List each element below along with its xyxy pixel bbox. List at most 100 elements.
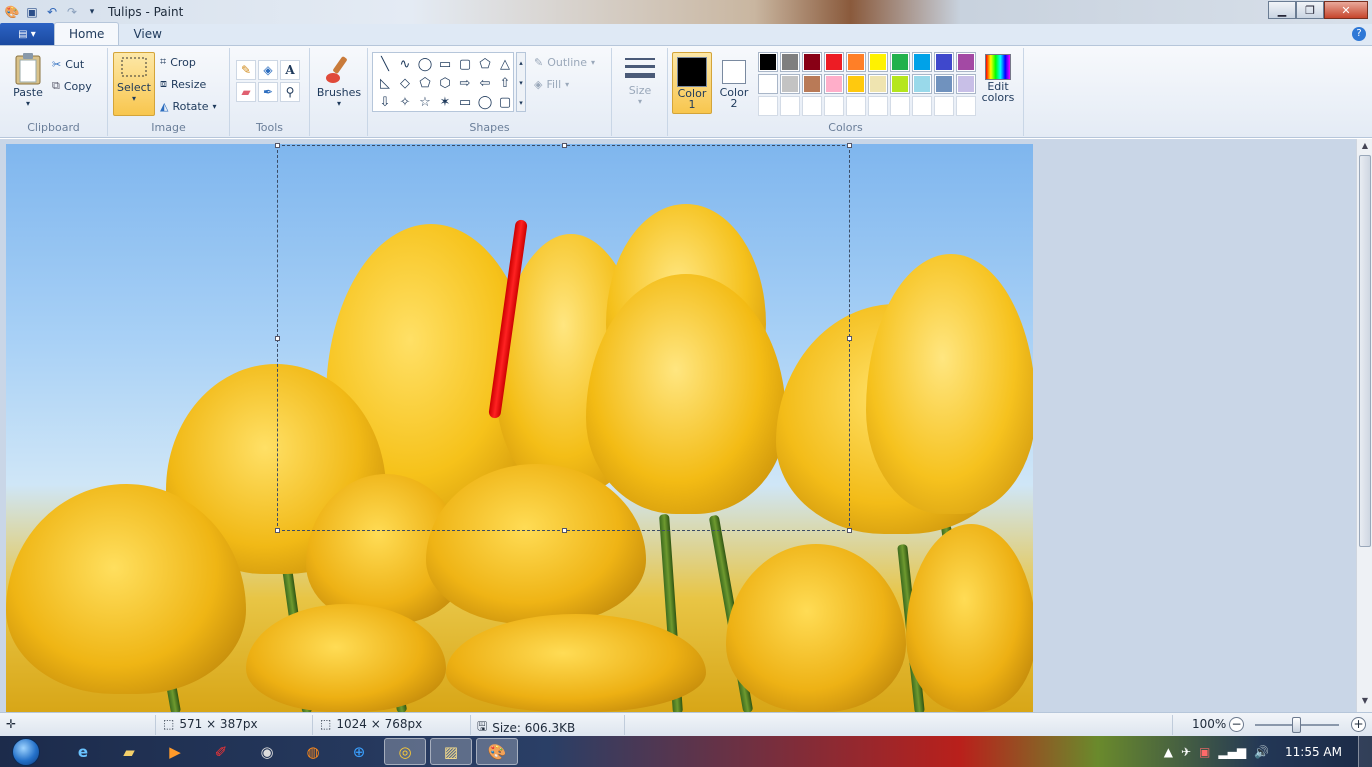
shape-item[interactable]: ╲ — [375, 55, 395, 74]
selection-rectangle[interactable] — [275, 143, 852, 533]
help-icon[interactable]: ? — [1352, 27, 1366, 41]
palette-color-swatch[interactable] — [868, 52, 888, 72]
maxthon-icon[interactable]: ⊕ — [338, 738, 380, 765]
tab-home[interactable]: Home — [54, 22, 120, 45]
chrome-icon[interactable]: ◎ — [384, 738, 426, 765]
pencil-icon[interactable]: ✎ — [236, 60, 256, 80]
vertical-scrollbar[interactable]: ▲ ▼ — [1356, 139, 1372, 712]
shape-item[interactable]: ▢ — [495, 93, 515, 112]
resize-button[interactable]: ⧈ Resize — [160, 74, 206, 94]
undo-icon[interactable]: ↶ — [44, 4, 60, 20]
shape-item[interactable]: ☆ — [415, 93, 435, 112]
zoom-out-icon[interactable]: − — [1229, 717, 1244, 732]
tray-app-icon[interactable]: ▣ — [1199, 745, 1210, 759]
shape-item[interactable]: ⬠ — [415, 74, 435, 93]
palette-color-swatch[interactable] — [824, 74, 844, 94]
palette-color-swatch[interactable] — [912, 74, 932, 94]
close-button[interactable]: ✕ — [1324, 1, 1368, 19]
selection-handle[interactable] — [275, 528, 280, 533]
shape-item[interactable]: ⇦ — [475, 74, 495, 93]
palette-color-swatch[interactable] — [912, 96, 932, 116]
scroll-up-icon[interactable]: ▲ — [1357, 141, 1372, 155]
ie-icon[interactable]: e — [62, 738, 104, 765]
clock[interactable]: 11:55 AM — [1285, 745, 1342, 759]
selection-handle[interactable] — [275, 336, 280, 341]
palette-color-swatch[interactable] — [956, 52, 976, 72]
selection-handle[interactable] — [562, 143, 567, 148]
palette-color-swatch[interactable] — [956, 74, 976, 94]
shape-item[interactable]: ⬡ — [435, 74, 455, 93]
shape-item[interactable]: ◯ — [415, 55, 435, 74]
shape-item[interactable]: ◯ — [475, 93, 495, 112]
shape-item[interactable]: ⇨ — [455, 74, 475, 93]
selection-handle[interactable] — [562, 528, 567, 533]
explorer-icon[interactable]: ▰ — [108, 738, 150, 765]
palette-color-swatch[interactable] — [890, 96, 910, 116]
shape-item[interactable]: △ — [495, 55, 515, 74]
maximize-button[interactable]: ❐ — [1296, 1, 1324, 19]
selection-handle[interactable] — [847, 143, 852, 148]
palette-color-swatch[interactable] — [758, 74, 778, 94]
shape-item[interactable]: ▢ — [455, 55, 475, 74]
minimize-button[interactable]: ▁ — [1268, 1, 1296, 19]
paint-icon[interactable]: 🎨 — [476, 738, 518, 765]
zoom-slider-knob[interactable] — [1292, 717, 1301, 733]
palette-color-swatch[interactable] — [758, 52, 778, 72]
shape-item[interactable]: ◺ — [375, 74, 395, 93]
shape-item[interactable]: ▭ — [455, 93, 475, 112]
shape-item[interactable]: ✧ — [395, 93, 415, 112]
settings-icon[interactable]: ◉ — [246, 738, 288, 765]
firefox-icon[interactable]: ◍ — [292, 738, 334, 765]
palette-color-swatch[interactable] — [890, 74, 910, 94]
palette-color-swatch[interactable] — [846, 74, 866, 94]
palette-color-swatch[interactable] — [824, 96, 844, 116]
brushes-button[interactable]: Brushes ▾ — [316, 54, 362, 108]
size-button[interactable]: Size ▾ — [620, 54, 660, 106]
palette-color-swatch[interactable] — [868, 74, 888, 94]
shape-item[interactable]: ⬠ — [475, 55, 495, 74]
redo-icon[interactable]: ↷ — [64, 4, 80, 20]
color1-button[interactable]: Color 1 — [672, 52, 712, 114]
selection-handle[interactable] — [847, 528, 852, 533]
volume-icon[interactable]: 🔊 — [1254, 745, 1269, 759]
color-picker-icon[interactable]: ✒ — [258, 82, 278, 102]
outline-button[interactable]: ✎ Outline ▾ — [534, 52, 595, 72]
palette-color-swatch[interactable] — [868, 96, 888, 116]
tab-view[interactable]: View — [119, 23, 175, 45]
select-button[interactable]: Select ▾ — [113, 52, 155, 116]
media-player-icon[interactable]: ▶ — [154, 738, 196, 765]
palette-color-swatch[interactable] — [846, 52, 866, 72]
magnifier-icon[interactable]: ⚲ — [280, 82, 300, 102]
palette-color-swatch[interactable] — [934, 52, 954, 72]
palette-color-swatch[interactable] — [956, 96, 976, 116]
rotate-button[interactable]: ◭ Rotate ▾ — [160, 96, 217, 116]
photos-icon[interactable]: ▨ — [430, 738, 472, 765]
shapes-scroll[interactable]: ▴ ▾ ▾ — [516, 52, 526, 112]
scroll-down-icon[interactable]: ▼ — [1357, 696, 1372, 710]
copy-button[interactable]: ⧉ Copy — [52, 76, 92, 96]
show-desktop-button[interactable] — [1358, 736, 1372, 767]
eraser-icon[interactable]: ▰ — [236, 82, 256, 102]
selection-handle[interactable] — [275, 143, 280, 148]
fill-icon[interactable]: ◈ — [258, 60, 278, 80]
palette-color-swatch[interactable] — [780, 52, 800, 72]
palette-color-swatch[interactable] — [824, 52, 844, 72]
shape-item[interactable]: ▭ — [435, 55, 455, 74]
save-icon[interactable]: ▣ — [24, 4, 40, 20]
palette-color-swatch[interactable] — [890, 52, 910, 72]
customize-dropdown-icon[interactable]: ▾ — [84, 4, 100, 20]
color2-button[interactable]: Color 2 — [714, 52, 754, 114]
shape-item[interactable]: ✶ — [435, 93, 455, 112]
edit-colors-button[interactable]: Edit colors — [978, 54, 1018, 103]
shape-item[interactable]: ◇ — [395, 74, 415, 93]
palette-color-swatch[interactable] — [802, 52, 822, 72]
show-hidden-icons-icon[interactable]: ▲ — [1164, 745, 1173, 759]
cut-button[interactable]: ✂ Cut — [52, 54, 84, 74]
scrollbar-thumb[interactable] — [1359, 155, 1371, 547]
palette-color-swatch[interactable] — [780, 96, 800, 116]
fill-button[interactable]: ◈ Fill ▾ — [534, 74, 569, 94]
palette-color-swatch[interactable] — [934, 74, 954, 94]
palette-color-swatch[interactable] — [780, 74, 800, 94]
paint-app-icon[interactable]: 🎨 — [4, 4, 20, 20]
paint-menu-button[interactable]: ▤ ▾ — [0, 23, 54, 45]
